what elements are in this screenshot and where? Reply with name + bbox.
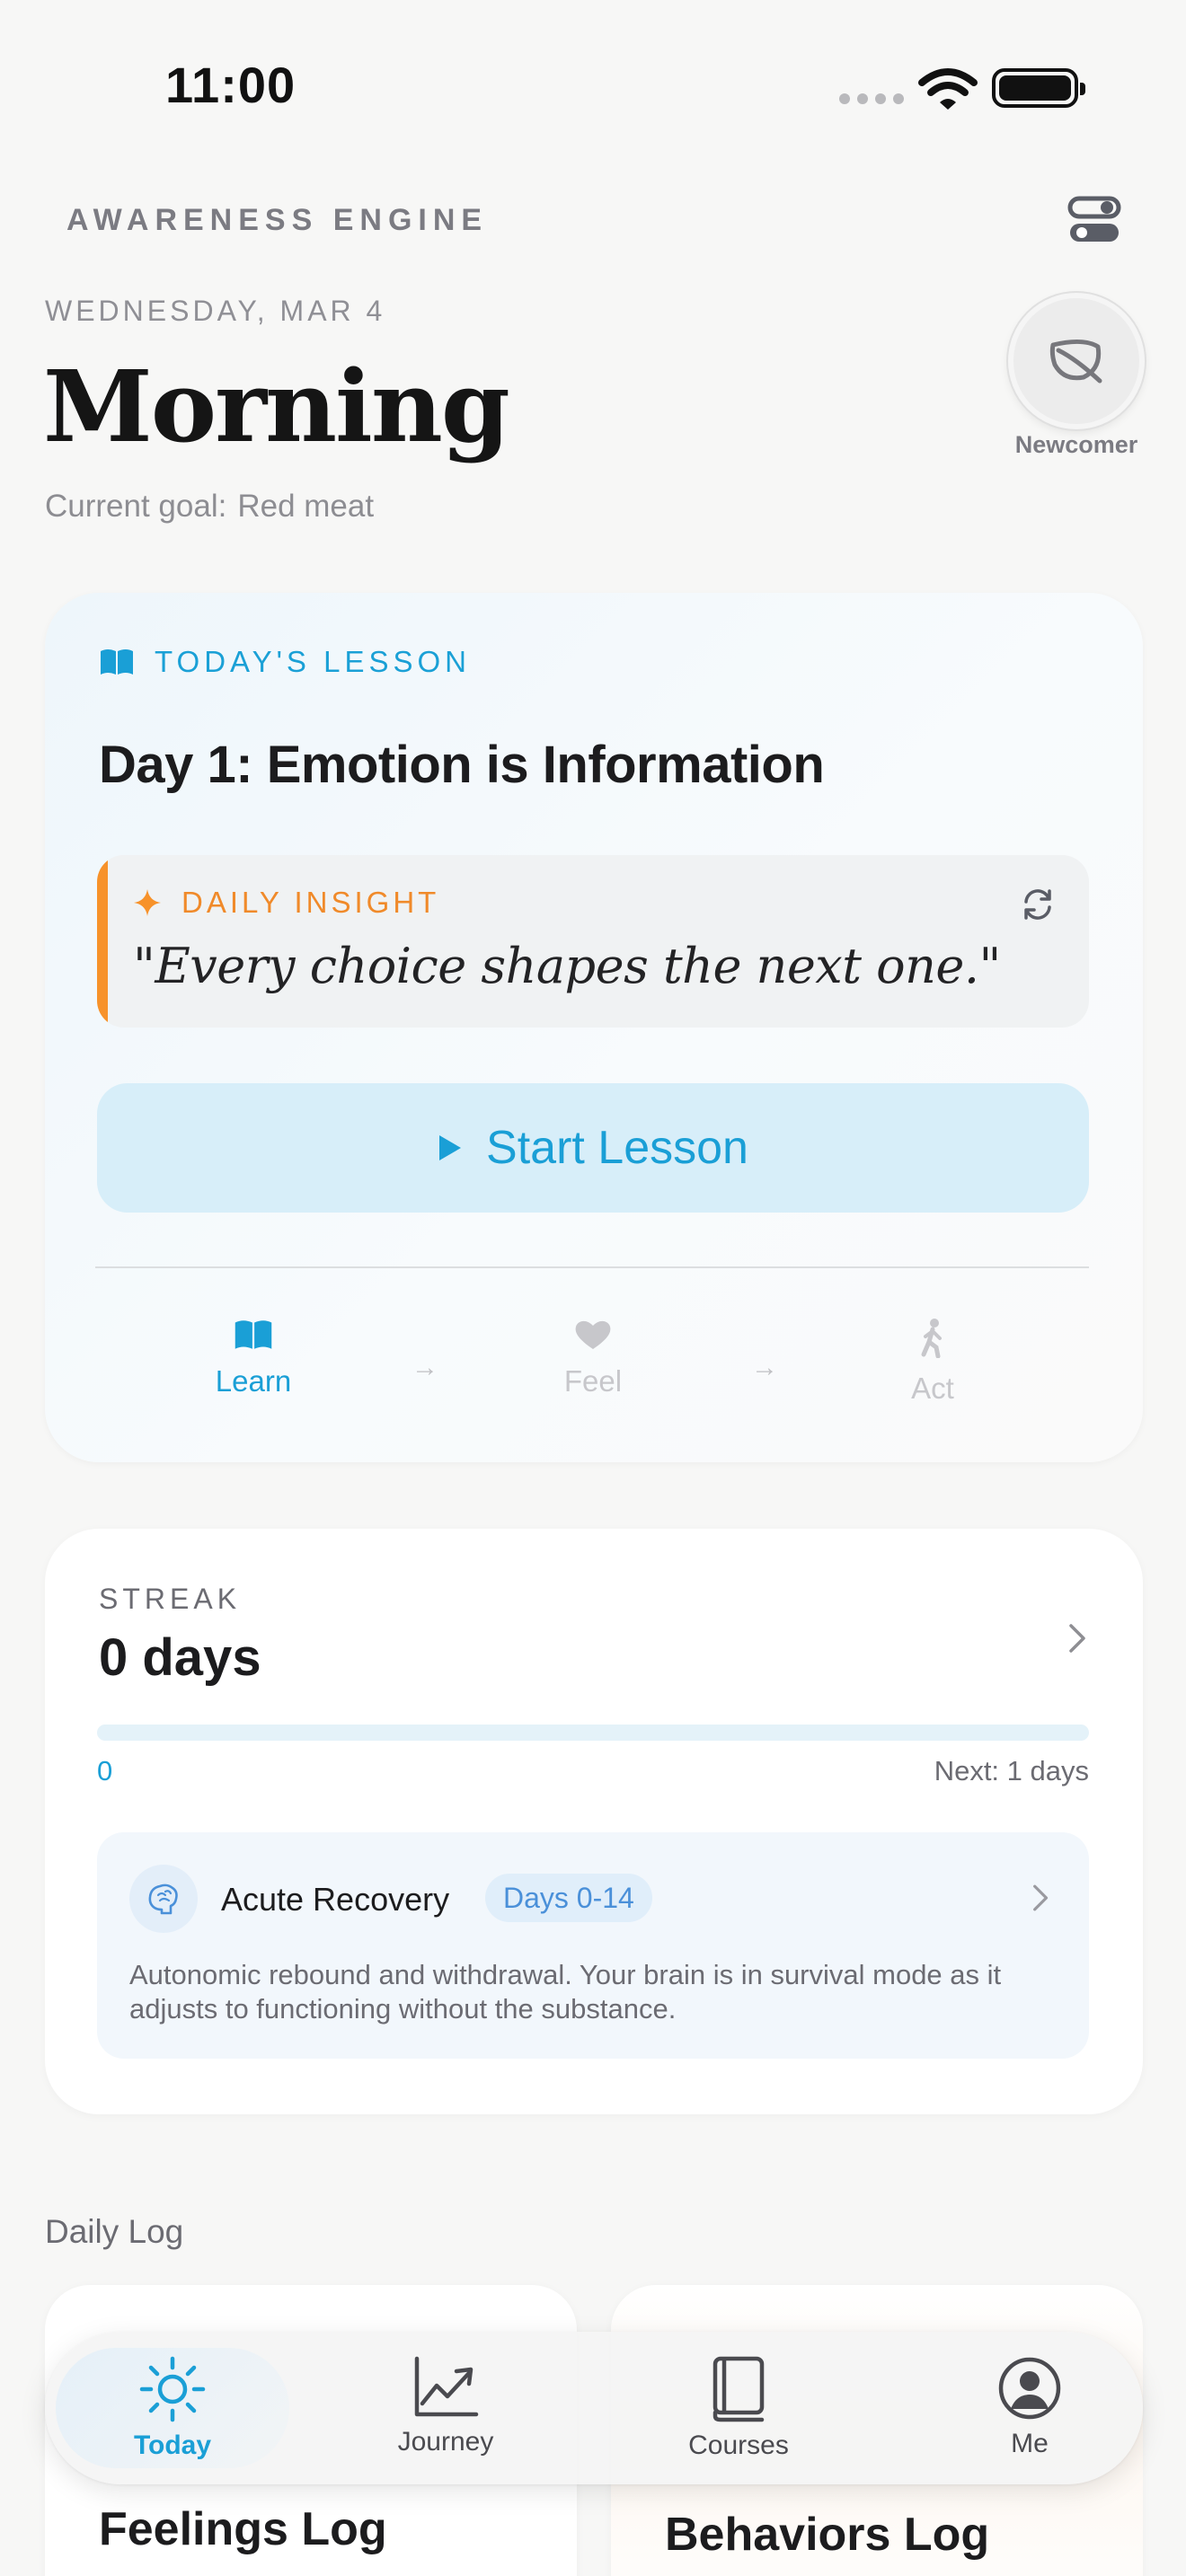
tab-me-label: Me <box>1011 2429 1049 2458</box>
tab-today[interactable]: Today <box>56 2348 289 2468</box>
walking-icon <box>921 1319 942 1359</box>
sun-icon <box>139 2356 206 2422</box>
sparkle-icon <box>134 889 161 916</box>
start-lesson-button[interactable]: Start Lesson <box>97 1083 1089 1213</box>
goal-value: Red meat <box>237 489 375 524</box>
tab-courses[interactable]: Courses <box>622 2348 855 2468</box>
cellular-signal-icon <box>839 93 904 104</box>
streak-kicker: STREAK <box>99 1583 242 1615</box>
open-book-icon <box>101 649 133 675</box>
phase-description: Autonomic rebound and withdrawal. Your b… <box>129 1959 1002 2025</box>
status-time: 11:00 <box>165 57 296 113</box>
insight-kicker-text: DAILY INSIGHT <box>181 886 440 919</box>
lesson-kicker-text: TODAY'S LESSON <box>155 645 471 678</box>
greeting-title: Morning <box>43 348 510 464</box>
insight-quote: "Every choice shapes the next one." <box>133 938 1001 994</box>
insight-accent-bar <box>97 855 108 1028</box>
heart-icon <box>575 1320 611 1349</box>
lesson-title: Day 1: Emotion is Information <box>99 736 825 794</box>
streak-progress-next: Next: 1 days <box>934 1755 1089 1786</box>
app-name: AWARENESS ENGINE <box>66 203 489 237</box>
step-learn-label: Learn <box>215 1364 292 1398</box>
phase-days-badge: Days 0-14 <box>485 1874 652 1922</box>
chevron-right-icon[interactable] <box>1067 1622 1089 1659</box>
step-act-label: Act <box>911 1372 954 1405</box>
lesson-divider <box>95 1266 1089 1268</box>
leaf-icon <box>1049 340 1102 384</box>
step-feel[interactable]: Feel <box>521 1319 665 1398</box>
tab-today-label: Today <box>133 2430 212 2460</box>
step-learn[interactable]: Learn <box>181 1319 325 1398</box>
wifi-icon <box>918 66 978 116</box>
start-lesson-label: Start Lesson <box>486 1122 748 1174</box>
level-badge[interactable] <box>1008 293 1145 429</box>
streak-progress-bar <box>97 1725 1089 1741</box>
step-feel-label: Feel <box>563 1364 623 1398</box>
daily-log-heading: Daily Log <box>45 2213 184 2250</box>
lesson-kicker: TODAY'S LESSON <box>99 645 471 679</box>
refresh-icon[interactable] <box>1019 886 1057 928</box>
phase-title: Acute Recovery <box>221 1881 450 1918</box>
streak-value: 0 days <box>99 1628 261 1687</box>
level-badge-label: Newcomer <box>1014 431 1138 458</box>
tab-me[interactable]: Me <box>913 2348 1146 2468</box>
settings-toggle-icon[interactable] <box>1067 196 1121 249</box>
tab-courses-label: Courses <box>688 2430 789 2460</box>
streak-progress-start: 0 <box>97 1755 113 1786</box>
book-icon <box>235 1320 272 1349</box>
tab-journey-label: Journey <box>397 2427 494 2457</box>
insight-kicker: DAILY INSIGHT <box>133 886 439 920</box>
current-goal: Current goal: Red meat <box>45 489 374 525</box>
step-arrow-icon: → <box>751 1353 778 1382</box>
play-icon <box>439 1135 462 1160</box>
behaviors-log-title: Behaviors Log <box>665 2509 990 2561</box>
current-date: WEDNESDAY, MAR 4 <box>45 295 386 327</box>
tab-journey[interactable]: Journey <box>329 2348 562 2468</box>
chevron-right-icon[interactable] <box>1031 1883 1051 1918</box>
book-icon <box>712 2356 765 2422</box>
chart-icon <box>414 2356 479 2417</box>
step-act[interactable]: Act <box>861 1319 1005 1406</box>
step-arrow-icon: → <box>412 1353 438 1382</box>
feelings-log-title: Feelings Log <box>99 2503 387 2555</box>
brain-icon <box>129 1865 198 1933</box>
goal-label: Current goal: <box>45 489 227 524</box>
battery-icon <box>992 68 1085 108</box>
person-circle-icon <box>998 2357 1061 2420</box>
